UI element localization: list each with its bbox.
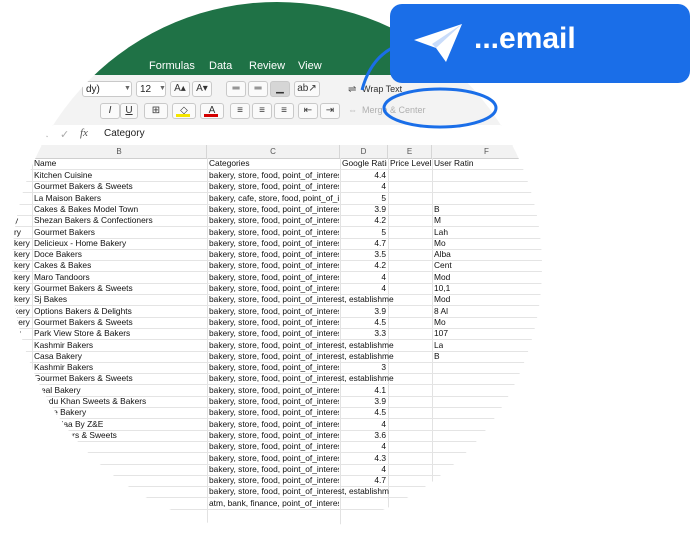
highlight-circle xyxy=(382,87,498,129)
pointer-curve xyxy=(360,46,393,91)
email-callout: ...email xyxy=(390,4,690,83)
email-label: ...email xyxy=(474,22,576,55)
paper-plane-icon xyxy=(414,24,462,62)
